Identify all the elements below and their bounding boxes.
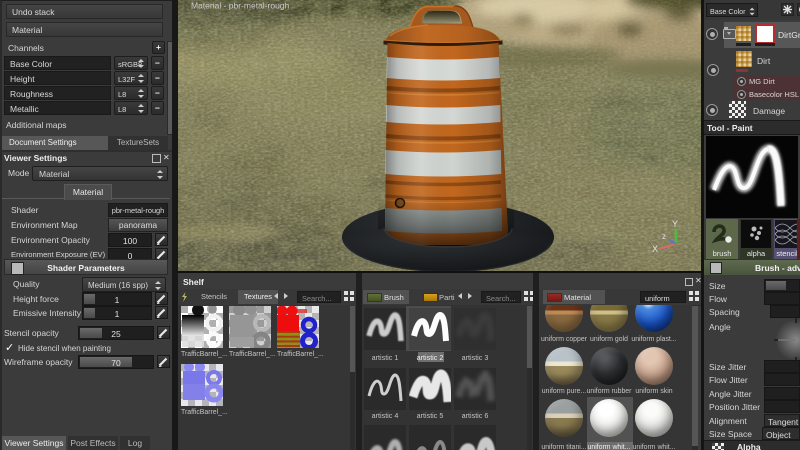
svg-text:Material - pbr-metal-rough: Material - pbr-metal-rough [191, 1, 290, 11]
svg-text:X: X [652, 244, 658, 254]
svg-text:Y: Y [672, 219, 678, 229]
svg-text:z: z [662, 232, 666, 241]
